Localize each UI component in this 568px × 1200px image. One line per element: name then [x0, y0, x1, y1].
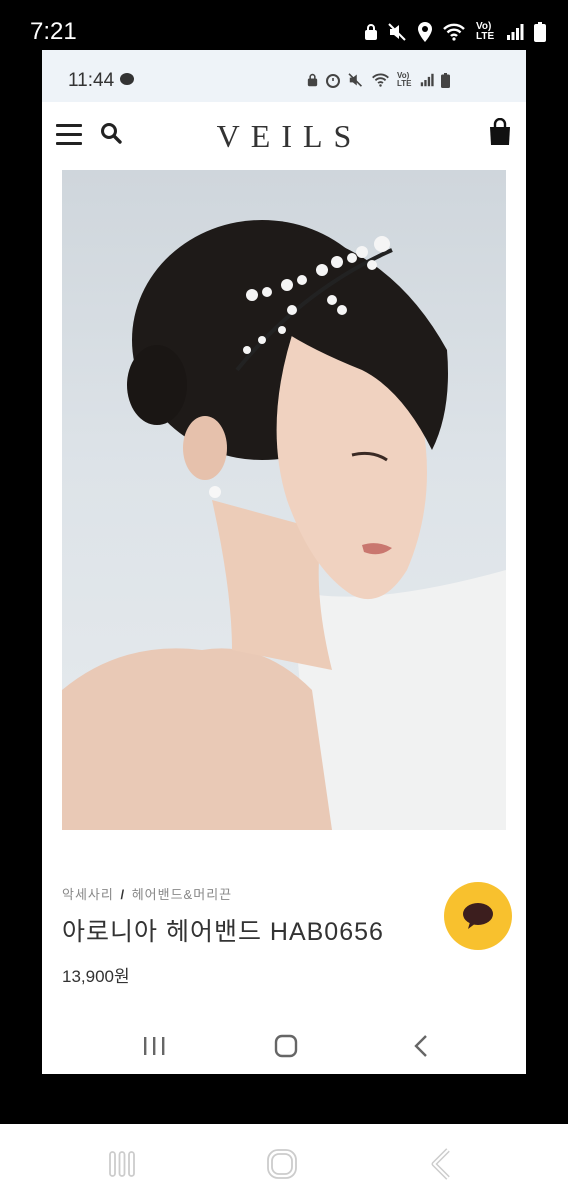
- inner-status-time-group: 11:44: [68, 70, 135, 92]
- location-icon: [418, 22, 432, 42]
- wifi-icon: [372, 73, 389, 87]
- breadcrumb-category[interactable]: 악세사리: [62, 887, 114, 902]
- inner-status-icons: Vo) LTE: [307, 72, 450, 88]
- chat-bubble-icon: [120, 72, 135, 85]
- mute-icon: [388, 23, 406, 41]
- recent-apps-icon[interactable]: [134, 1028, 174, 1064]
- outer-status-icons: Vo) LTE: [364, 22, 546, 42]
- brand-logo[interactable]: VEILS: [42, 118, 526, 155]
- speech-bubble-icon: [463, 903, 493, 929]
- volte-icon: Vo) LTE: [397, 71, 412, 88]
- mute-icon: [348, 73, 362, 87]
- lock-icon: [365, 24, 377, 40]
- outer-navigation-bar: [0, 1124, 568, 1200]
- outer-status-bar: 7:21 Vo) LTE: [0, 0, 568, 50]
- product-price: 13,900원: [62, 967, 130, 986]
- lock-icon: [307, 73, 318, 87]
- product-image[interactable]: [62, 170, 506, 830]
- breadcrumb-subcategory[interactable]: 헤어밴드&머리끈: [132, 887, 232, 902]
- inner-status-bar: 11:44 Vo) LTE: [42, 50, 526, 102]
- inner-navigation-bar: [42, 1018, 526, 1074]
- shopping-bag-icon[interactable]: [488, 118, 512, 146]
- alarm-icon: [326, 74, 340, 88]
- inner-status-time: 11:44: [68, 70, 115, 91]
- battery-icon: [534, 22, 546, 42]
- breadcrumb-separator: /: [120, 887, 126, 902]
- signal-icon: [420, 73, 434, 87]
- product-title: 아로니아 헤어밴드 HAB0656: [62, 918, 384, 946]
- back-icon[interactable]: [402, 1028, 442, 1064]
- back-icon[interactable]: [422, 1144, 462, 1184]
- wifi-icon: [443, 23, 465, 41]
- breadcrumb: 악세사리 / 헤어밴드&머리끈: [62, 884, 232, 903]
- home-icon[interactable]: [266, 1028, 306, 1064]
- outer-status-time: 7:21: [30, 18, 77, 45]
- signal-icon: [507, 24, 524, 40]
- volte-icon: Vo) LTE: [476, 21, 495, 42]
- kakao-chat-button[interactable]: [444, 882, 512, 950]
- home-icon[interactable]: [262, 1144, 302, 1184]
- app-header: VEILS: [42, 102, 526, 168]
- recent-apps-icon[interactable]: [102, 1144, 142, 1184]
- inner-screenshot: 11:44 Vo) LTE VEILS 악세사리 / 헤어밴드&머리끈 아로니아…: [42, 50, 526, 1074]
- product-photo-illustration: [62, 220, 506, 830]
- battery-icon: [441, 72, 450, 88]
